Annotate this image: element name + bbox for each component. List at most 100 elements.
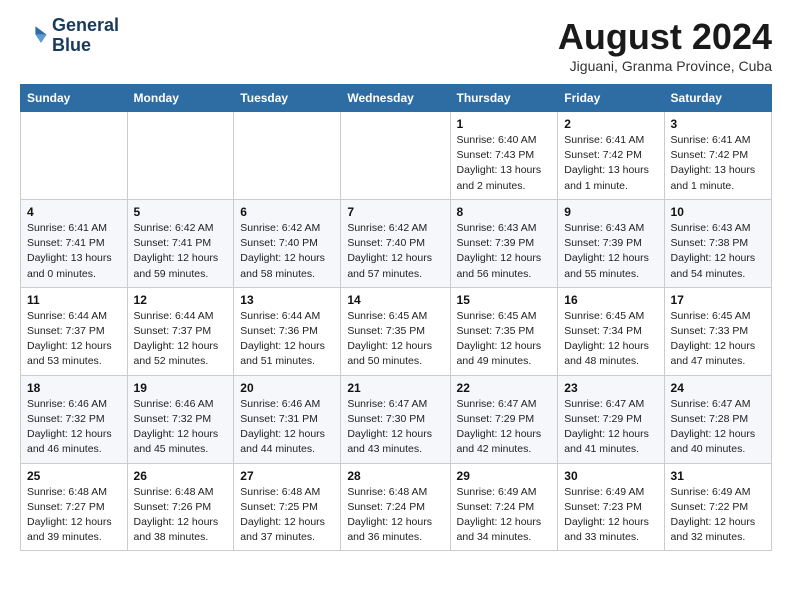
weekday-header: Saturday [664,85,771,112]
cell-day-number: 10 [671,205,765,219]
cell-info-text: Sunrise: 6:49 AMSunset: 7:23 PMDaylight:… [564,485,657,546]
calendar-cell: 22Sunrise: 6:47 AMSunset: 7:29 PMDayligh… [450,375,558,463]
title-area: August 2024 Jiguani, Granma Province, Cu… [558,16,772,74]
cell-day-number: 15 [457,293,552,307]
weekday-header: Sunday [21,85,128,112]
calendar-cell: 19 Sunrise: 6:46 AMSunset: 7:32 PMDayligh… [127,375,234,463]
page: General Blue August 2024 Jiguani, Granma… [0,0,792,571]
weekday-header: Thursday [450,85,558,112]
cell-info-text: Sunrise: 6:46 AMSunset: 7:32 PMDaylight:… [27,397,121,458]
cell-day-number: 16 [564,293,657,307]
logo-icon [20,22,48,50]
header: General Blue August 2024 Jiguani, Granma… [20,16,772,74]
calendar-cell [21,112,128,200]
cell-day-number: 6 [240,205,334,219]
weekday-header: Tuesday [234,85,341,112]
cell-info-text: Sunrise: 6:48 AMSunset: 7:24 PMDaylight:… [347,485,443,546]
cell-day-number: 1 [457,117,552,131]
cell-day-number: 8 [457,205,552,219]
cell-day-number: 7 [347,205,443,219]
cell-day-number: 30 [564,469,657,483]
calendar-cell: 4 Sunrise: 6:41 AMSunset: 7:41 PMDaylight… [21,199,128,287]
logo-line2: Blue [52,36,119,56]
cell-day-number: 4 [27,205,121,219]
cell-day-number: 14 [347,293,443,307]
cell-info-text: Sunrise: 6:41 AMSunset: 7:41 PMDaylight:… [27,221,121,282]
calendar-cell: 12 Sunrise: 6:44 AMSunset: 7:37 PMDayligh… [127,287,234,375]
calendar-cell: 24 Sunrise: 6:47 AMSunset: 7:28 PMDayligh… [664,375,771,463]
cell-info-text: Sunrise: 6:48 AMSunset: 7:26 PMDaylight:… [134,485,228,546]
subtitle: Jiguani, Granma Province, Cuba [558,58,772,74]
calendar-cell: 9Sunrise: 6:43 AMSunset: 7:39 PMDaylight… [558,199,664,287]
cell-info-text: Sunrise: 6:47 AMSunset: 7:29 PMDaylight:… [564,397,657,458]
cell-day-number: 27 [240,469,334,483]
calendar-cell: 28 Sunrise: 6:48 AMSunset: 7:24 PMDayligh… [341,463,450,551]
calendar-row: 1Sunrise: 6:40 AMSunset: 7:43 PMDaylight… [21,112,772,200]
calendar-row: 18 Sunrise: 6:46 AMSunset: 7:32 PMDayligh… [21,375,772,463]
cell-info-text: Sunrise: 6:42 AMSunset: 7:41 PMDaylight:… [134,221,228,282]
cell-info-text: Sunrise: 6:43 AMSunset: 7:38 PMDaylight:… [671,221,765,282]
calendar-cell: 5 Sunrise: 6:42 AMSunset: 7:41 PMDaylight… [127,199,234,287]
calendar-cell: 16 Sunrise: 6:45 AMSunset: 7:34 PMDayligh… [558,287,664,375]
calendar-row: 25 Sunrise: 6:48 AMSunset: 7:27 PMDayligh… [21,463,772,551]
cell-day-number: 24 [671,381,765,395]
cell-day-number: 11 [27,293,121,307]
calendar-cell [127,112,234,200]
calendar-cell: 14 Sunrise: 6:45 AMSunset: 7:35 PMDayligh… [341,287,450,375]
logo-text: General Blue [52,16,119,56]
cell-info-text: Sunrise: 6:47 AMSunset: 7:30 PMDaylight:… [347,397,443,458]
cell-day-number: 20 [240,381,334,395]
cell-info-text: Sunrise: 6:44 AMSunset: 7:36 PMDaylight:… [240,309,334,370]
cell-info-text: Sunrise: 6:46 AMSunset: 7:32 PMDaylight:… [134,397,228,458]
cell-day-number: 23 [564,381,657,395]
cell-info-text: Sunrise: 6:43 AMSunset: 7:39 PMDaylight:… [564,221,657,282]
weekday-header: Friday [558,85,664,112]
main-title: August 2024 [558,16,772,58]
cell-info-text: Sunrise: 6:48 AMSunset: 7:25 PMDaylight:… [240,485,334,546]
calendar-cell: 26Sunrise: 6:48 AMSunset: 7:26 PMDayligh… [127,463,234,551]
cell-day-number: 21 [347,381,443,395]
calendar-cell: 21 Sunrise: 6:47 AMSunset: 7:30 PMDayligh… [341,375,450,463]
cell-info-text: Sunrise: 6:44 AMSunset: 7:37 PMDaylight:… [134,309,228,370]
weekday-header: Monday [127,85,234,112]
cell-info-text: Sunrise: 6:48 AMSunset: 7:27 PMDaylight:… [27,485,121,546]
calendar-cell: 2Sunrise: 6:41 AMSunset: 7:42 PMDaylight… [558,112,664,200]
cell-day-number: 5 [134,205,228,219]
cell-day-number: 3 [671,117,765,131]
calendar-cell: 15 Sunrise: 6:45 AMSunset: 7:35 PMDayligh… [450,287,558,375]
cell-info-text: Sunrise: 6:49 AMSunset: 7:24 PMDaylight:… [457,485,552,546]
calendar-cell: 17Sunrise: 6:45 AMSunset: 7:33 PMDayligh… [664,287,771,375]
cell-info-text: Sunrise: 6:46 AMSunset: 7:31 PMDaylight:… [240,397,334,458]
logo-line1: General [52,16,119,36]
cell-day-number: 29 [457,469,552,483]
calendar-cell [341,112,450,200]
cell-info-text: Sunrise: 6:42 AMSunset: 7:40 PMDaylight:… [240,221,334,282]
calendar-cell: 13 Sunrise: 6:44 AMSunset: 7:36 PMDayligh… [234,287,341,375]
calendar-cell: 8 Sunrise: 6:43 AMSunset: 7:39 PMDaylight… [450,199,558,287]
calendar-cell: 10 Sunrise: 6:43 AMSunset: 7:38 PMDayligh… [664,199,771,287]
calendar-cell [234,112,341,200]
cell-info-text: Sunrise: 6:47 AMSunset: 7:28 PMDaylight:… [671,397,765,458]
calendar-cell: 20 Sunrise: 6:46 AMSunset: 7:31 PMDayligh… [234,375,341,463]
calendar-row: 4 Sunrise: 6:41 AMSunset: 7:41 PMDaylight… [21,199,772,287]
calendar-cell: 6 Sunrise: 6:42 AMSunset: 7:40 PMDaylight… [234,199,341,287]
calendar-cell: 11Sunrise: 6:44 AMSunset: 7:37 PMDayligh… [21,287,128,375]
cell-info-text: Sunrise: 6:45 AMSunset: 7:35 PMDaylight:… [457,309,552,370]
cell-day-number: 12 [134,293,228,307]
weekday-header: Wednesday [341,85,450,112]
cell-info-text: Sunrise: 6:41 AMSunset: 7:42 PMDaylight:… [564,133,657,194]
cell-day-number: 25 [27,469,121,483]
calendar-cell: 30 Sunrise: 6:49 AMSunset: 7:23 PMDayligh… [558,463,664,551]
cell-info-text: Sunrise: 6:45 AMSunset: 7:35 PMDaylight:… [347,309,443,370]
cell-info-text: Sunrise: 6:42 AMSunset: 7:40 PMDaylight:… [347,221,443,282]
cell-info-text: Sunrise: 6:45 AMSunset: 7:33 PMDaylight:… [671,309,765,370]
calendar-row: 11 Sunrise: 6:44 AMSunset: 7:37 PMDayligh… [21,287,772,375]
cell-day-number: 13 [240,293,334,307]
cell-info-text: Sunrise: 6:43 AMSunset: 7:39 PMDaylight:… [457,221,552,282]
cell-info-text: Sunrise: 6:45 AMSunset: 7:34 PMDaylight:… [564,309,657,370]
cell-day-number: 31 [671,469,765,483]
cell-day-number: 28 [347,469,443,483]
cell-day-number: 19 [134,381,228,395]
calendar-cell: 18 Sunrise: 6:46 AMSunset: 7:32 PMDayligh… [21,375,128,463]
cell-day-number: 18 [27,381,121,395]
